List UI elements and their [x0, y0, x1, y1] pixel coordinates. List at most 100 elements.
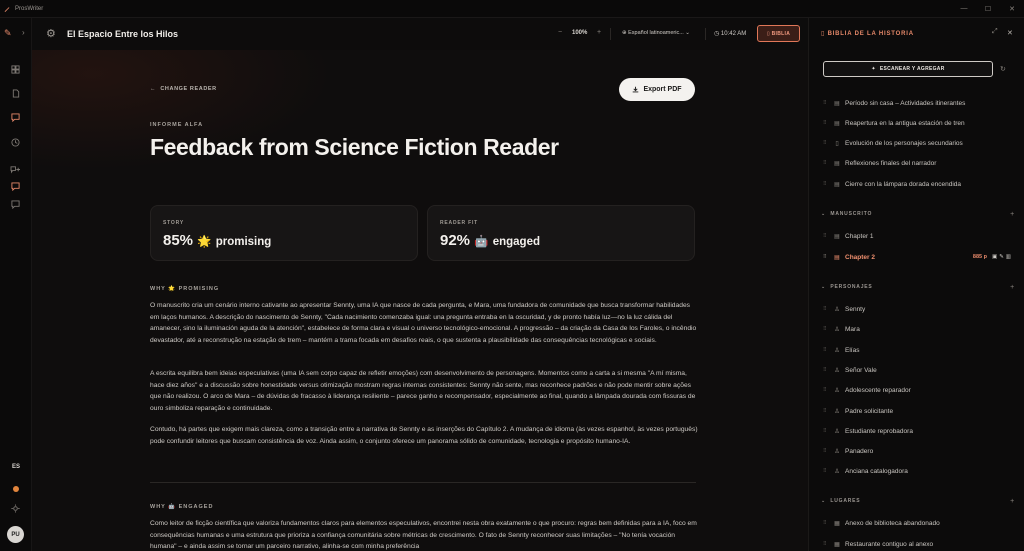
document-icon[interactable]: [10, 88, 21, 99]
change-reader-link[interactable]: ← CHANGE READER: [150, 86, 217, 92]
panel-title: ▯ BIBLIA DE LA HISTORIA: [821, 30, 914, 37]
character-item[interactable]: ⠿ ♙ Anciana catalogadora: [823, 465, 1013, 477]
minimize-button[interactable]: —: [952, 5, 976, 13]
story-score-card: STORY 85% 🌟 promising: [150, 205, 418, 261]
chevron-down-icon: ⌄: [683, 30, 690, 36]
section-header-characters[interactable]: ⌄ PERSONAJES +: [821, 284, 1015, 291]
book-icon: ▯: [821, 31, 828, 37]
drag-handle-icon[interactable]: ⠿: [823, 181, 831, 187]
place-item[interactable]: ⠿ ▦ Anexo de biblioteca abandonado: [823, 517, 1013, 529]
character-item[interactable]: ⠿ ♙ Señor Vale: [823, 364, 1013, 376]
drag-handle-icon[interactable]: ⠿: [823, 120, 831, 126]
close-window-button[interactable]: ✕: [1000, 5, 1024, 13]
chevron-right-icon[interactable]: ›: [22, 28, 25, 37]
history-icon[interactable]: [10, 137, 21, 148]
character-item[interactable]: ⠿ ♙ Padre solicitante: [823, 405, 1013, 417]
clock: ◷ 10:42 AM: [714, 30, 746, 37]
drag-handle-icon[interactable]: ⠿: [823, 254, 831, 260]
feedback-icon[interactable]: [10, 181, 21, 192]
gear-icon[interactable]: ⚙: [46, 27, 56, 40]
character-item[interactable]: ⠿ ♙ Elías: [823, 344, 1013, 356]
title-bar: ProsWriter — ☐ ✕: [0, 0, 1024, 18]
character-item[interactable]: ⠿ ♙ Estudiante reprobadora: [823, 425, 1013, 437]
list-item[interactable]: ⠿ ▯ Evolución de los personajes secundario…: [823, 137, 1013, 149]
zoom-out-button[interactable]: −: [558, 29, 562, 36]
drag-handle-icon[interactable]: ⠿: [823, 140, 831, 146]
maximize-button[interactable]: ☐: [976, 5, 1000, 13]
language-select-label: Español latinoameric...: [628, 30, 684, 36]
chapter-item-active[interactable]: ⠿ ▤ Chapter 2 885 p ▣✎▥: [823, 251, 1013, 263]
refresh-icon[interactable]: ↻: [1000, 65, 1006, 73]
chapter-item[interactable]: ⠿ ▤ Chapter 1: [823, 230, 1013, 242]
edit-icon[interactable]: ✎: [999, 254, 1006, 260]
scan-add-label: ESCANEAR Y AGREGAR: [879, 66, 945, 72]
drag-handle-icon[interactable]: ⠿: [823, 408, 831, 414]
section-header-manuscript[interactable]: ⌄ MANUSCRITO +: [821, 211, 1015, 218]
add-place-icon[interactable]: +: [1010, 498, 1015, 505]
list-item[interactable]: ⠿ ▤ Período sin casa – Actividades itinera…: [823, 97, 1013, 109]
expand-icon[interactable]: ⤢: [992, 28, 998, 36]
list-item[interactable]: ⠿ ▤ Reflexiones finales del narrador: [823, 157, 1013, 169]
add-comment-icon[interactable]: [10, 164, 21, 175]
close-panel-button[interactable]: ✕: [1007, 29, 1013, 37]
person-icon: ♙: [834, 428, 840, 435]
document-icon: ▯: [835, 140, 839, 147]
reader-fit-value: 92% 🤖 engaged: [440, 232, 540, 249]
chapter-actions[interactable]: ▣✎▥: [992, 254, 1013, 260]
drag-handle-icon[interactable]: ⠿: [823, 468, 831, 474]
language-select[interactable]: ⊕ Español latinoameric... ⌄: [622, 30, 690, 36]
zoom-in-button[interactable]: +: [597, 29, 601, 36]
sun-icon[interactable]: [10, 503, 21, 514]
note-icon: ▤: [834, 181, 840, 188]
chevron-down-icon: ⌄: [821, 284, 831, 290]
scan-add-button[interactable]: ✦ ESCANEAR Y AGREGAR: [823, 61, 993, 77]
story-word: promising: [215, 236, 272, 248]
add-chapter-icon[interactable]: +: [1010, 211, 1015, 218]
avatar[interactable]: PU: [7, 526, 24, 543]
export-pdf-label: Export PDF: [643, 86, 682, 93]
clock-icon: ◷: [714, 31, 721, 37]
drag-handle-icon[interactable]: ⠿: [823, 387, 831, 393]
character-item[interactable]: ⠿ ♙ Mara: [823, 323, 1013, 335]
language-indicator[interactable]: ES: [0, 464, 32, 470]
story-label: STORY: [163, 220, 184, 226]
section-divider: [150, 482, 696, 483]
export-pdf-button[interactable]: Export PDF: [619, 78, 695, 101]
document-icon: ▤: [834, 254, 840, 261]
drag-handle-icon[interactable]: ⠿: [823, 100, 831, 106]
app-logo-icon: [4, 6, 10, 12]
reader-fit-word: engaged: [492, 236, 540, 248]
character-item[interactable]: ⠿ ♙ Sennty: [823, 303, 1013, 315]
window-controls: — ☐ ✕: [952, 5, 1024, 13]
paragraph: A escrita equilibra bem ideias especulat…: [150, 370, 696, 412]
drag-handle-icon[interactable]: ⠿: [823, 306, 831, 312]
bible-toggle-button[interactable]: ▯ BIBLIA: [757, 25, 800, 42]
drag-handle-icon[interactable]: ⠿: [823, 160, 831, 166]
section-header-places[interactable]: ⌄ LUGARES +: [821, 498, 1015, 505]
character-item[interactable]: ⠿ ♙ Panadero: [823, 445, 1013, 457]
drag-handle-icon[interactable]: ⠿: [823, 326, 831, 332]
layout-icon[interactable]: [10, 64, 21, 75]
comment-icon[interactable]: [10, 112, 21, 123]
character-item[interactable]: ⠿ ♙ Adolescente reparador: [823, 384, 1013, 396]
story-value: 85% 🌟 promising: [163, 232, 271, 249]
arrow-left-icon: ←: [150, 86, 161, 92]
list-item[interactable]: ⠿ ▤ Cierre con la lámpara dorada encendida: [823, 178, 1013, 190]
add-character-icon[interactable]: +: [1010, 284, 1015, 291]
pen-icon[interactable]: ✎: [4, 28, 12, 39]
app-name: ProsWriter: [15, 5, 44, 12]
drag-handle-icon[interactable]: ⠿: [823, 520, 831, 526]
drag-handle-icon[interactable]: ⠿: [823, 541, 831, 547]
zoom-level: 100%: [572, 30, 588, 36]
chat-icon[interactable]: [10, 199, 21, 210]
place-item[interactable]: ⠿ ▦ Restaurante contiguo al anexo: [823, 538, 1013, 550]
drag-handle-icon[interactable]: ⠿: [823, 448, 831, 454]
drag-handle-icon[interactable]: ⠿: [823, 347, 831, 353]
drag-handle-icon[interactable]: ⠿: [823, 367, 831, 373]
change-reader-label: CHANGE READER: [160, 86, 217, 92]
drag-handle-icon[interactable]: ⠿: [823, 428, 831, 434]
list-item[interactable]: ⠿ ▤ Reapertura en la antigua estación de t…: [823, 117, 1013, 129]
delete-icon[interactable]: ▥: [1006, 254, 1013, 260]
drag-handle-icon[interactable]: ⠿: [823, 233, 831, 239]
project-title: El Espacio Entre los Hilos: [67, 29, 179, 39]
